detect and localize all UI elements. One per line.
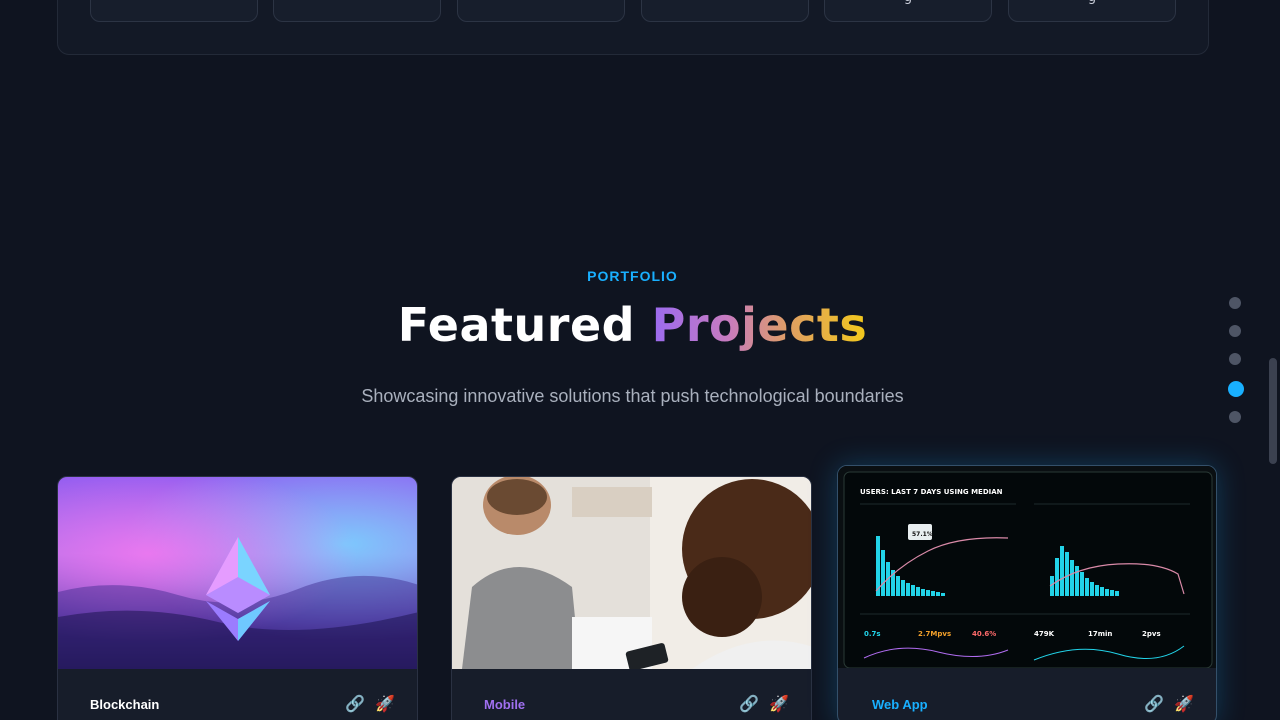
section-subtitle: Showcasing innovative solutions that pus… [361,386,904,406]
skill-chip[interactable] [457,0,625,22]
project-card[interactable]: Blockchain 🔗 🚀 [57,476,418,720]
people-photo-icon [452,477,811,671]
skills-panel: g g [57,0,1209,55]
link-icon[interactable]: 🔗 [345,694,365,714]
metric-value: 2pvs [1142,630,1161,638]
skill-chip[interactable]: g [1008,0,1176,22]
ethereum-logo-icon [58,537,417,669]
skill-chip[interactable] [641,0,809,22]
chart-tooltip: 57.1% [912,531,933,538]
nav-dot[interactable] [1229,325,1241,337]
link-icon[interactable]: 🔗 [1144,694,1164,714]
nav-dot-active[interactable] [1228,381,1244,397]
rocket-icon[interactable]: 🚀 [375,694,395,714]
metric-value: 479K [1034,630,1055,638]
skill-chip[interactable]: g [824,0,992,22]
section-title-plain: Featured [397,298,636,352]
project-category: Web App [872,697,928,712]
skill-chip[interactable] [273,0,441,22]
dashboard-title: USERS: LAST 7 DAYS USING MEDIAN [860,488,1003,496]
project-category: Mobile [484,697,526,712]
section-dot-nav [1228,297,1244,439]
link-icon[interactable]: 🔗 [739,694,759,714]
skill-chip[interactable] [90,0,258,22]
page-scrollbar[interactable] [1265,0,1280,720]
metric-value: 17min [1088,630,1112,638]
project-image: USERS: LAST 7 DAYS USING MEDIAN 57.1% 0.… [838,466,1216,669]
section-title: Featured Projects [0,298,1265,352]
project-category: Blockchain [90,697,160,712]
project-card[interactable]: Mobile 🔗 🚀 [451,476,812,720]
section-title-gradient: Projects [651,298,868,352]
project-image [452,477,811,671]
nav-dot[interactable] [1229,297,1241,309]
project-image [58,477,417,669]
metric-value: 40.6% [972,630,996,638]
scrollbar-thumb[interactable] [1269,358,1277,464]
section-eyebrow: PORTFOLIO [587,268,678,284]
skill-chip-label: g [1009,0,1175,5]
nav-dot[interactable] [1229,411,1241,423]
project-card-hovered[interactable]: USERS: LAST 7 DAYS USING MEDIAN 57.1% 0.… [837,465,1217,720]
dashboard-screenshot-icon: USERS: LAST 7 DAYS USING MEDIAN 57.1% 0.… [838,466,1216,669]
rocket-icon[interactable]: 🚀 [1174,694,1194,714]
nav-dot[interactable] [1229,353,1241,365]
metric-value: 0.7s [864,630,881,638]
metric-value: 2.7Mpvs [918,630,951,638]
rocket-icon[interactable]: 🚀 [769,694,789,714]
skill-chip-label: g [825,0,991,5]
